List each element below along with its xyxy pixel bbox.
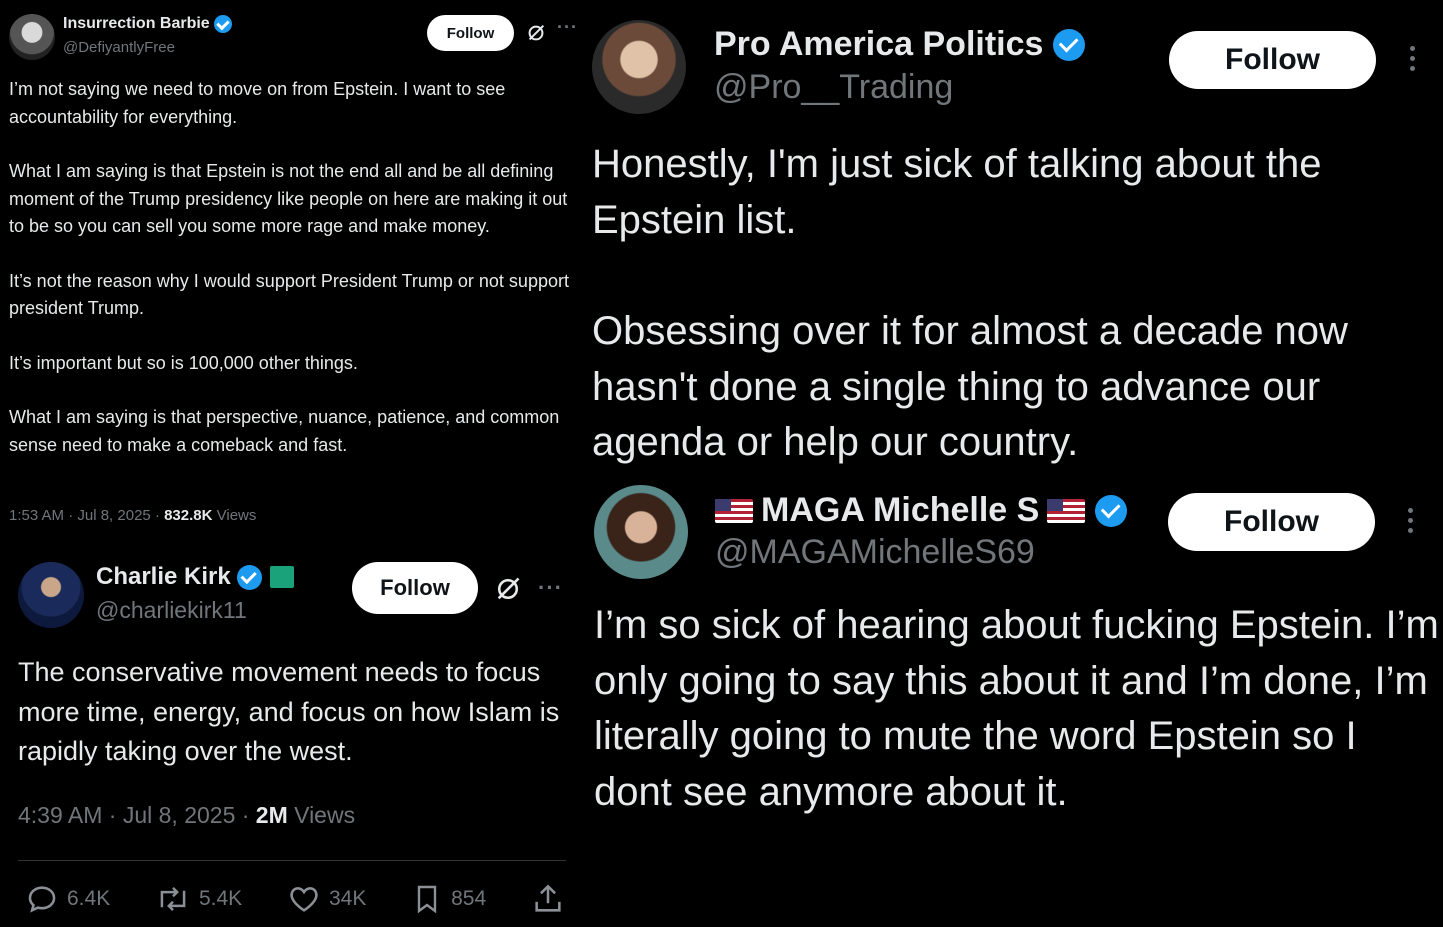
- bookmark-button[interactable]: 854: [411, 882, 486, 916]
- repost-button[interactable]: 5.4K: [155, 882, 242, 916]
- more-icon[interactable]: [1408, 508, 1413, 533]
- more-icon[interactable]: ···: [538, 575, 563, 601]
- repost-icon: [160, 887, 186, 911]
- tweet-body: The conservative movement needs to focus…: [18, 657, 560, 766]
- tweet-maga-michelle: MAGA Michelle S @MAGAMichelleS69 Follow …: [580, 475, 1443, 927]
- like-icon: [290, 887, 318, 912]
- bookmark-count: 854: [451, 887, 487, 910]
- tweet-insurrection-barbie: Insurrection Barbie @DefiyantlyFree Foll…: [0, 0, 580, 540]
- tweet-body: I’m so sick of hearing about fucking Eps…: [594, 603, 1439, 814]
- views-label: Views: [212, 507, 257, 524]
- avatar[interactable]: [594, 485, 688, 579]
- display-name-text: Charlie Kirk: [96, 563, 231, 590]
- tweet-body: Honestly, I'm just sick of talking about…: [592, 137, 1437, 471]
- verified-badge-icon: [1095, 494, 1128, 527]
- avatar[interactable]: [592, 20, 686, 114]
- avatar[interactable]: [9, 14, 55, 60]
- divider: [18, 860, 566, 861]
- tweet-paragraph: It’s important but so is 100,000 other t…: [9, 352, 358, 373]
- like-count: 34K: [328, 887, 367, 910]
- display-name[interactable]: MAGA Michelle S: [715, 491, 1128, 530]
- share-button[interactable]: [531, 882, 565, 916]
- display-name-text: MAGA Michelle S: [761, 491, 1040, 529]
- tweet-charlie-kirk: Charlie Kirk @charliekirk11 Follow ··· T…: [0, 545, 580, 927]
- handle[interactable]: @charliekirk11: [96, 597, 247, 624]
- tweet-metadata: 4:39 AM · Jul 8, 2025 · 2M Views: [18, 802, 355, 829]
- reply-count: 6.4K: [67, 887, 111, 910]
- views-label: Views: [287, 802, 356, 828]
- reply-button[interactable]: 6.4K: [25, 882, 110, 916]
- like-button[interactable]: 34K: [287, 882, 366, 916]
- verified-badge-icon: [1053, 28, 1086, 61]
- display-name[interactable]: Pro America Politics: [714, 25, 1086, 64]
- views-count: 2M: [255, 802, 288, 828]
- display-name-text: Insurrection Barbie: [63, 15, 210, 32]
- verified-badge-icon: [236, 564, 262, 590]
- display-name-text: Pro America Politics: [714, 25, 1044, 63]
- follow-button[interactable]: Follow: [1168, 493, 1375, 551]
- repost-count: 5.4K: [198, 887, 243, 910]
- views-count: 832.8K: [164, 507, 213, 524]
- handle[interactable]: @Pro__Trading: [714, 68, 953, 107]
- share-icon: [535, 884, 561, 912]
- bookmark-icon: [417, 885, 437, 914]
- reply-icon: [28, 886, 56, 913]
- us-flag-icon: [715, 498, 753, 523]
- grok-icon[interactable]: [525, 22, 547, 44]
- display-name[interactable]: Charlie Kirk: [96, 563, 294, 591]
- handle[interactable]: @MAGAMichelleS69: [715, 533, 1035, 572]
- follow-button[interactable]: Follow: [352, 562, 478, 614]
- grok-icon[interactable]: [494, 575, 522, 603]
- tweet-paragraph: It’s not the reason why I would support …: [9, 270, 569, 319]
- tweet-paragraph: What I am saying is that perspective, nu…: [9, 407, 560, 455]
- avatar[interactable]: [18, 562, 84, 628]
- timestamp[interactable]: 1:53 AM · Jul 8, 2025 ·: [9, 507, 164, 524]
- tweet-paragraph: What I am saying is that Epstein is not …: [9, 161, 568, 236]
- handle[interactable]: @DefiyantlyFree: [63, 39, 175, 56]
- tweet-pro-america-politics: Pro America Politics @Pro__Trading Follo…: [580, 0, 1443, 475]
- tweet-paragraph: Obsessing over it for almost a decade no…: [592, 309, 1348, 464]
- follow-button[interactable]: Follow: [1169, 31, 1376, 89]
- tweet-paragraph: I’m not saying we need to move on from E…: [9, 79, 506, 127]
- tweet-metadata: 1:53 AM · Jul 8, 2025 · 832.8K Views: [9, 507, 256, 524]
- timestamp[interactable]: 4:39 AM · Jul 8, 2025 ·: [18, 802, 256, 828]
- us-flag-icon: [1047, 498, 1086, 523]
- tweet-paragraph: Honestly, I'm just sick of talking about…: [592, 142, 1322, 242]
- tweet-body: I’m not saying we need to move on from E…: [9, 76, 569, 459]
- verified-badge-icon: [213, 15, 232, 33]
- more-icon[interactable]: [1410, 46, 1415, 71]
- more-icon[interactable]: ···: [557, 17, 578, 38]
- display-name[interactable]: Insurrection Barbie: [63, 15, 232, 33]
- action-bar: 6.4K 5.4K 34K 854: [25, 882, 565, 916]
- follow-button[interactable]: Follow: [427, 15, 514, 51]
- affiliate-badge-icon: [269, 566, 294, 588]
